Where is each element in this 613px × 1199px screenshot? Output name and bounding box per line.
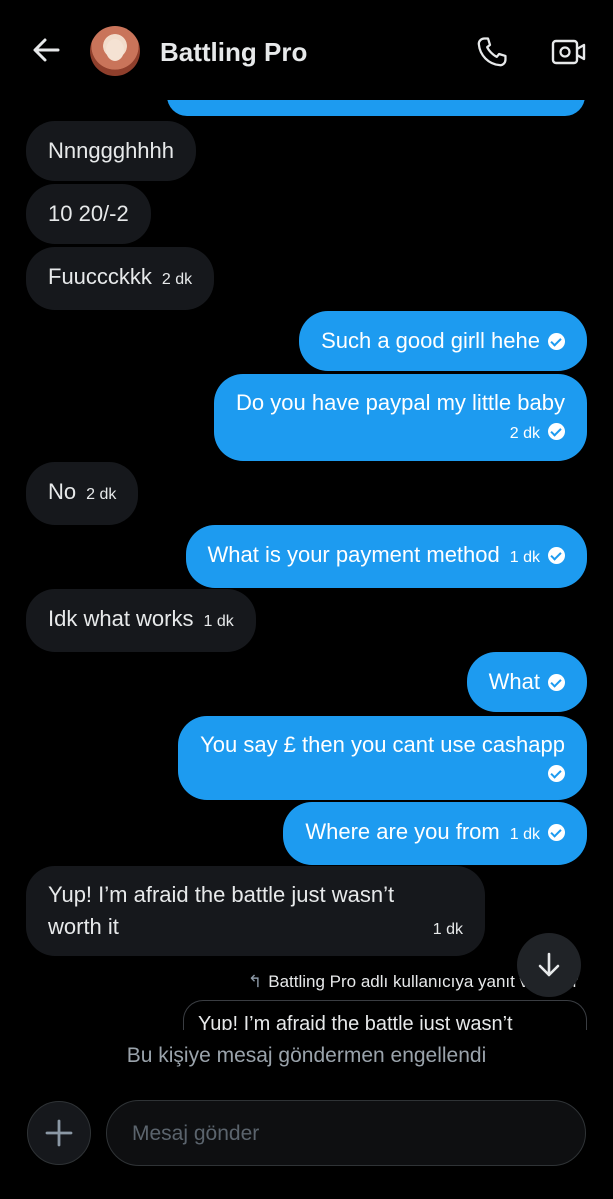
read-check-icon [548,547,565,564]
message-outgoing[interactable]: You say £ then you cant use cashapp [178,716,587,800]
message-time: 1 dk [509,549,540,566]
message-outgoing[interactable]: Where are you from 1 dk [283,802,587,865]
message-text: You say £ then you cant use cashapp [200,732,565,757]
read-check-icon [548,765,565,782]
message-outgoing[interactable]: What [466,652,587,712]
message-time: 1 dk [203,613,234,630]
message-text: 10 20/-2 [48,201,129,226]
message-text: Fuuccckkk [48,264,152,289]
message-time: 2 dk [86,486,117,503]
message-text: No [48,479,77,504]
read-check-icon [548,824,565,841]
read-check-icon [548,423,565,440]
message-text: Yup! I’m afraid the battle just wasn’t [48,882,395,907]
read-check-icon [548,333,565,350]
blocked-notice: Bu kişiye mesaj göndermen engellendi [126,1044,487,1067]
message-text: Do you have paypal my little baby [236,390,565,415]
message-incoming[interactable]: 10 20/-2 [26,184,151,244]
scroll-to-bottom-button[interactable] [517,933,581,997]
message-time: 1 dk [509,826,540,843]
arrow-down-icon [538,952,560,977]
message-incoming[interactable]: No 2 dk [26,462,139,525]
message-text: What is your payment method [207,542,500,567]
video-call-button[interactable] [548,32,590,72]
plus-icon [45,1119,73,1147]
message-text: Idk what works [48,606,194,631]
video-camera-icon [551,39,586,65]
back-button[interactable] [28,32,64,68]
conversation-header: Battling Pro [0,0,613,100]
call-button[interactable] [472,32,512,72]
message-outgoing[interactable]: Such a good girll hehe [299,311,587,371]
message-text: worth it [48,914,119,939]
arrow-left-icon [33,38,60,62]
message-text: What [488,669,540,694]
message-time: 2 dk [509,425,540,442]
phone-icon [477,37,507,67]
message-composer[interactable] [106,1100,586,1166]
message-incoming[interactable]: Nnnggghhhh [26,121,197,181]
message-text: Such a good girll hehe [321,328,540,353]
contact-name[interactable]: Battling Pro [160,37,307,68]
reply-arrow-icon: ↰ [248,972,263,991]
message-incoming[interactable]: Idk what works 1 dk [26,589,256,652]
add-attachment-button[interactable] [27,1101,91,1165]
message-time: 1 dk [432,921,463,938]
composer-area: Bu kişiye mesaj göndermen engellendi [0,1030,613,1199]
message-input[interactable] [132,1119,562,1149]
message-outgoing[interactable]: What is your payment method 1 dk [185,525,587,588]
message-outgoing[interactable]: Do you have paypal my little baby 2 dk [214,374,587,461]
avatar[interactable] [90,26,140,76]
message-incoming[interactable]: Fuuccckkk 2 dk [26,247,215,310]
message-incoming[interactable]: Yup! I’m afraid the battle just wasn’t w… [26,866,485,956]
read-check-icon [548,674,565,691]
message-time: 2 dk [161,271,193,288]
message-text: Nnnggghhhh [48,138,175,163]
message-text: Where are you from [305,819,500,844]
